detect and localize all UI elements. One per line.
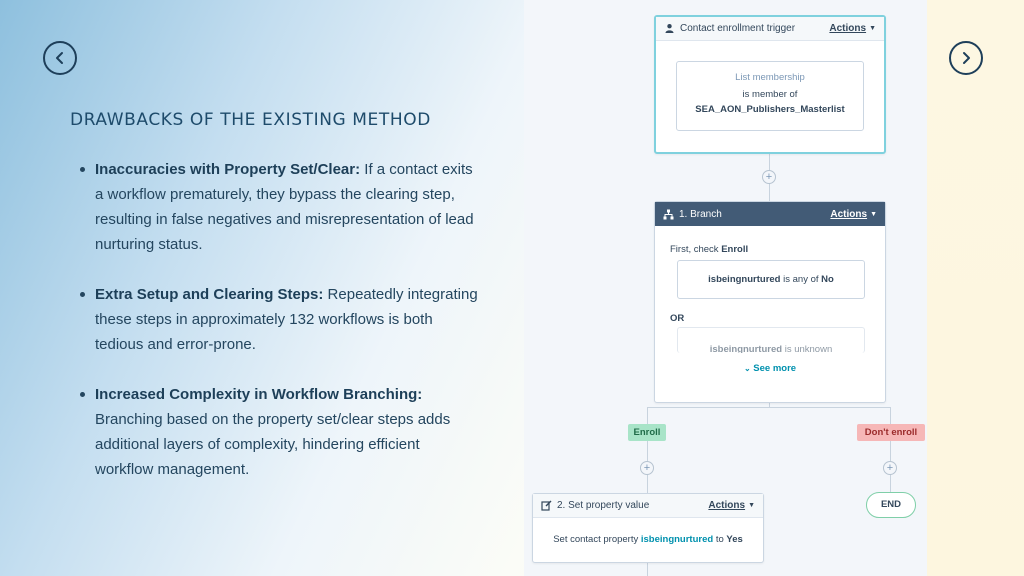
set-property-card-title: 2. Set property value [557,500,650,511]
enroll-branch-label[interactable]: Enroll [628,424,666,441]
caret-down-icon: ▼ [748,502,755,509]
set-property-card-header: 2. Set property value Actions ▼ [533,494,763,518]
dont-enroll-branch-label[interactable]: Don't enroll [857,424,925,441]
or-label: OR [670,313,685,324]
caret-down-icon: ▼ [870,210,877,218]
first-check-name: Enroll [721,244,749,255]
condition-operator: is any of [780,274,822,285]
person-icon [664,23,675,34]
trigger-list-name: SEA_AON_Publishers_Masterlist [695,104,845,115]
branch-first-check: First, check Enroll [670,244,748,255]
bullet-heading: Extra Setup and Clearing Steps: [95,286,324,303]
trigger-card-title: Contact enrollment trigger [680,23,796,34]
set-property-card[interactable]: 2. Set property value Actions ▼ Set cont… [532,493,764,563]
workflow-panel: Contact enrollment trigger Actions ▼ Lis… [524,0,927,576]
bullet-item: Extra Setup and Clearing Steps: Repeated… [78,282,478,357]
branch-card[interactable]: 1. Branch Actions ▼ First, check Enroll … [654,201,886,403]
branch-condition-box-faded: isbeingnurtured is unknown [677,327,865,353]
bullet-heading: Increased Complexity in Workflow Branchi… [95,386,423,403]
branch-actions-button[interactable]: Actions [830,209,867,220]
add-action-button[interactable]: + [640,461,654,475]
bullet-list: Inaccuracies with Property Set/Clear: If… [78,157,478,507]
trigger-actions-button[interactable]: Actions [829,23,866,34]
end-node: END [866,492,916,518]
connector-line [647,407,891,408]
connector-line [647,562,648,576]
bullet-item: Increased Complexity in Workflow Branchi… [78,382,478,482]
set-property-actions-button[interactable]: Actions [708,500,745,511]
bullet-text: Branching based on the property set/clea… [95,411,451,478]
branch-icon [663,209,674,220]
set-property-value: Yes [726,534,743,545]
trigger-filter-label: List membership [735,72,805,83]
chevron-down-icon: ⌄ [743,364,751,373]
decorative-strip [927,0,1024,576]
condition-property: isbeingnurtured [708,274,781,285]
slide: DRAWBACKS OF THE EXISTING METHOD Inaccur… [0,0,1024,576]
add-action-button[interactable]: + [883,461,897,475]
slide-title: DRAWBACKS OF THE EXISTING METHOD [70,110,431,130]
connector-line [647,407,648,493]
enrollment-trigger-card[interactable]: Contact enrollment trigger Actions ▼ Lis… [654,15,886,154]
connector-line [890,407,891,493]
condition-operator: is unknown [782,344,833,353]
trigger-card-header: Contact enrollment trigger Actions ▼ [656,17,884,41]
add-action-button[interactable]: + [762,170,776,184]
condition-value: No [821,274,834,285]
first-check-prefix: First, check [670,244,722,255]
branch-card-header: 1. Branch Actions ▼ [655,202,885,226]
set-property-text: Set contact property isbeingnurtured to … [533,534,763,545]
see-more-link[interactable]: ⌄ See more [655,363,885,374]
branch-card-title: 1. Branch [679,208,722,220]
bullet-heading: Inaccuracies with Property Set/Clear: [95,161,361,178]
branch-condition-box: isbeingnurtured is any of No [677,260,865,299]
trigger-filter-box: List membership is member of SEA_AON_Pub… [676,61,864,131]
edit-icon [541,500,552,511]
condition-property: isbeingnurtured [709,344,783,353]
next-slide-button[interactable] [949,41,983,75]
set-property-prefix: Set contact property [553,534,641,545]
trigger-filter-condition: is member of [742,89,798,100]
set-property-name: isbeingnurtured [640,534,714,545]
chevron-left-icon [56,52,63,64]
previous-slide-button[interactable] [43,41,77,75]
caret-down-icon: ▼ [869,25,876,32]
set-property-mid: to [713,534,727,545]
see-more-label: See more [753,363,797,374]
bullet-item: Inaccuracies with Property Set/Clear: If… [78,157,478,257]
chevron-right-icon [963,52,970,64]
